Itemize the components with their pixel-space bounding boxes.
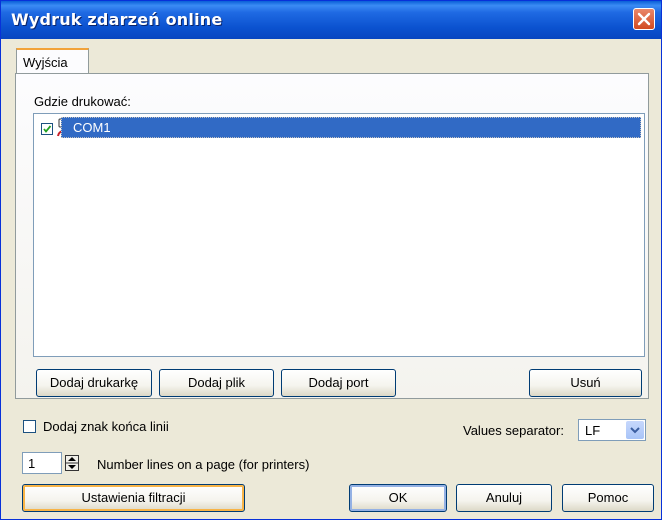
filter-settings-button[interactable]: Ustawienia filtracji bbox=[22, 484, 245, 512]
separator-value: LF bbox=[585, 423, 601, 438]
add-printer-button[interactable]: Dodaj drukarkę bbox=[36, 369, 152, 397]
dialog-window: Wydruk zdarzeń online Wyjścia Gdzie druk… bbox=[0, 0, 662, 520]
lines-per-page-label: Number lines on a page (for printers) bbox=[97, 457, 310, 472]
tab-outputs-label: Wyjścia bbox=[23, 55, 68, 70]
selection-highlight bbox=[61, 117, 641, 138]
checkmark-icon bbox=[43, 125, 52, 133]
tab-outputs[interactable]: Wyjścia bbox=[16, 48, 89, 74]
remove-button[interactable]: Usuń bbox=[529, 369, 642, 397]
add-eol-checkbox[interactable] bbox=[23, 420, 36, 433]
add-file-button[interactable]: Dodaj plik bbox=[159, 369, 274, 397]
lines-value: 1 bbox=[28, 456, 36, 471]
lines-per-page-stepper[interactable]: 1 bbox=[22, 452, 79, 474]
title-bar[interactable]: Wydruk zdarzeń online bbox=[1, 1, 661, 39]
separator-select[interactable]: LF bbox=[578, 419, 646, 441]
add-eol-label: Dodaj znak końca linii bbox=[43, 419, 169, 434]
outputs-label: Gdzie drukować: bbox=[34, 94, 131, 109]
ok-button[interactable]: OK bbox=[349, 484, 447, 512]
cancel-button[interactable]: Anuluj bbox=[456, 484, 552, 512]
dropdown-button[interactable] bbox=[626, 421, 644, 439]
window-title: Wydruk zdarzeń online bbox=[11, 10, 223, 29]
spinner-arrows-icon[interactable] bbox=[65, 455, 79, 471]
close-icon bbox=[637, 12, 651, 26]
outputs-list[interactable]: COM1 bbox=[33, 113, 645, 357]
separator-label: Values separator: bbox=[463, 423, 564, 438]
list-item-label: COM1 bbox=[73, 120, 111, 135]
add-port-button[interactable]: Dodaj port bbox=[281, 369, 396, 397]
help-button[interactable]: Pomoc bbox=[562, 484, 654, 512]
close-button[interactable] bbox=[633, 8, 655, 30]
list-item[interactable]: COM1 bbox=[35, 115, 643, 139]
chevron-down-icon bbox=[630, 427, 640, 434]
item-checkbox[interactable] bbox=[41, 123, 53, 135]
